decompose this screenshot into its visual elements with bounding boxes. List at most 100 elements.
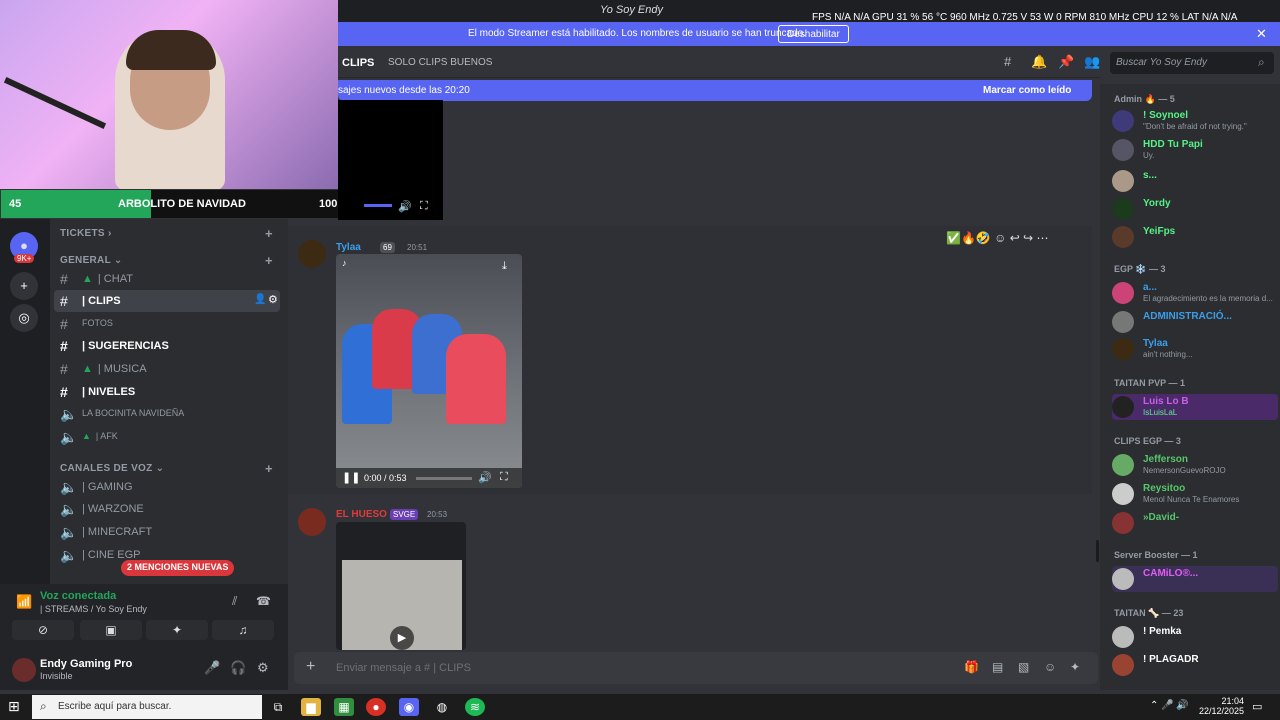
member-row[interactable]: Luis Lo B IsLuisLaL: [1112, 394, 1278, 420]
channel-warzone[interactable]: 🔈 | WARZONE: [54, 498, 280, 520]
attach-icon[interactable]: +: [306, 658, 315, 676]
previous-video-attachment[interactable]: 🔊 ⛶: [338, 100, 443, 220]
voice-channel-name[interactable]: | STREAMS / Yo Soy Endy: [40, 604, 147, 614]
pause-icon[interactable]: ❚❚: [342, 471, 360, 484]
fullscreen-icon[interactable]: ⛶: [420, 200, 428, 213]
video-attachment[interactable]: ▶: [336, 522, 466, 650]
member-row[interactable]: Jefferson NemersonGuevoROJO: [1112, 452, 1278, 478]
channel-chat[interactable]: # ▲ | CHAT: [54, 268, 280, 290]
activities-button[interactable]: ✦: [146, 620, 208, 640]
channel-niveles[interactable]: # | NIVELES: [54, 381, 280, 403]
gif-icon[interactable]: ▤: [992, 660, 1003, 674]
download-icon[interactable]: ⤓: [502, 260, 507, 273]
member-row[interactable]: YeiFps: [1112, 224, 1278, 250]
volume-bar[interactable]: [364, 204, 392, 207]
message-composer[interactable]: + Enviar mensaje a # | CLIPS 🎁 ▤ ▧ ☺ ✦: [294, 652, 1098, 684]
discord-icon[interactable]: ◉: [399, 698, 419, 716]
voice-status[interactable]: Voz conectada: [40, 590, 116, 602]
channel-gaming[interactable]: 🔈 | GAMING: [54, 476, 280, 498]
search-input[interactable]: Buscar Yo Soy Endy ⌕: [1110, 52, 1274, 74]
system-tray-icons[interactable]: ⌃ 🎤 🔊: [1150, 700, 1189, 711]
file-explorer-icon[interactable]: ▆: [301, 698, 321, 716]
channel-musica[interactable]: # ▲ | MUSICA: [54, 358, 280, 380]
taskbar-search[interactable]: ⌕ Escribe aquí para buscar.: [32, 695, 262, 719]
category-canales-voz[interactable]: CANALES DE VOZ ⌄ +: [60, 461, 273, 476]
app-icon[interactable]: ◍: [432, 698, 452, 716]
play-icon[interactable]: ▶: [390, 626, 414, 650]
mute-icon[interactable]: 🎤: [204, 660, 220, 676]
microphone-arm: [3, 77, 107, 129]
avatar[interactable]: [298, 240, 326, 268]
gift-icon[interactable]: 🎁: [964, 660, 979, 674]
avatar[interactable]: [298, 508, 326, 536]
channel-minecraft[interactable]: 🔈 | MINECRAFT: [54, 521, 280, 543]
taskbar-clock[interactable]: 21:04 22/12/2025: [1196, 696, 1244, 716]
fullscreen-icon[interactable]: ⛶: [500, 471, 508, 484]
pin-icon[interactable]: 📌: [1058, 54, 1074, 70]
disconnect-icon[interactable]: ☎: [256, 594, 271, 608]
chrome-icon[interactable]: ●: [366, 698, 386, 716]
windows-start-icon[interactable]: ⊞: [8, 698, 20, 715]
user-settings-icon[interactable]: ⚙: [257, 660, 269, 676]
spotify-icon[interactable]: ≋: [465, 698, 485, 716]
add-channel-icon[interactable]: +: [265, 461, 273, 476]
avatar[interactable]: [12, 658, 36, 682]
task-view-icon[interactable]: ⧉: [268, 698, 288, 716]
channel-sugerencias[interactable]: # | SUGERENCIAS: [54, 335, 280, 357]
member-row[interactable]: HDD Tu Papi Uy.: [1112, 137, 1278, 163]
chat-scrollbar[interactable]: [1096, 540, 1099, 562]
member-row[interactable]: CAMiLO®...: [1112, 566, 1278, 592]
video-attachment[interactable]: ♪ ⤓ ❚❚ 0:00 / 0:53 🔊 ⛶: [336, 254, 522, 488]
soundboard-button[interactable]: ♫: [212, 620, 274, 640]
members-icon[interactable]: 👥: [1084, 54, 1100, 70]
calculator-icon[interactable]: ▦: [334, 698, 354, 716]
mark-read-button[interactable]: Marcar como leído: [983, 85, 1071, 96]
add-channel-icon[interactable]: +: [265, 253, 273, 268]
channel-clips[interactable]: # | CLIPS 👤 ⚙: [54, 290, 280, 312]
member-row[interactable]: ADMINISTRACIÓ...: [1112, 309, 1278, 335]
threads-icon[interactable]: #: [1004, 54, 1011, 69]
add-channel-icon[interactable]: +: [265, 226, 273, 241]
emoji-icon[interactable]: ☺: [1044, 660, 1056, 674]
bell-icon[interactable]: 🔔: [1031, 54, 1047, 70]
message-author[interactable]: Tylaa: [336, 242, 361, 253]
noise-suppression-icon[interactable]: ⫽: [232, 594, 237, 609]
new-messages-bar[interactable]: sajes nuevos desde las 20:20 Marcar como…: [338, 80, 1092, 101]
disable-streamer-button[interactable]: Deshabilitar: [778, 25, 849, 43]
volume-icon[interactable]: 🔊: [478, 471, 492, 484]
video-time: 0:00 / 0:53: [364, 473, 407, 483]
close-icon[interactable]: ✕: [1256, 26, 1267, 42]
notifications-icon[interactable]: ▭: [1252, 700, 1262, 713]
member-row[interactable]: Reysitoo Menol Nunca Te Enamores: [1112, 481, 1278, 507]
sticker-icon[interactable]: ▧: [1018, 660, 1029, 674]
message-author[interactable]: EL HUESO: [336, 509, 387, 520]
video-progress[interactable]: [416, 477, 472, 480]
new-mentions-pill[interactable]: 2 MENCIONES NUEVAS: [121, 560, 235, 576]
channel-fotos[interactable]: # FOTOS: [54, 313, 280, 335]
compass-icon[interactable]: ◎: [10, 304, 38, 332]
member-row[interactable]: ! PLAGADR: [1112, 652, 1278, 678]
avatar: [1112, 311, 1134, 333]
member-row[interactable]: Yordy: [1112, 196, 1278, 222]
camera-off-button[interactable]: ⊘: [12, 620, 74, 640]
gear-icon[interactable]: ⚙: [268, 293, 278, 306]
screen-share-button[interactable]: ▣: [80, 620, 142, 640]
apps-icon[interactable]: ✦: [1070, 660, 1080, 674]
invite-icon[interactable]: 👤: [254, 294, 266, 305]
user-name[interactable]: Endy Gaming Pro: [40, 658, 132, 670]
category-tickets[interactable]: TICKETS › +: [60, 226, 273, 241]
category-general[interactable]: GENERAL ⌄ +: [60, 253, 273, 268]
add-server-icon[interactable]: +: [10, 272, 38, 300]
deafen-icon[interactable]: 🎧: [230, 660, 246, 676]
member-row[interactable]: ! Soynoel "Don't be afraid of not trying.…: [1112, 108, 1278, 134]
member-row[interactable]: a... El agradecimiento es la memoria d...: [1112, 280, 1278, 306]
member-row[interactable]: ! Pemka: [1112, 624, 1278, 650]
member-row[interactable]: Tylaa ain't nothing...: [1112, 336, 1278, 362]
member-row[interactable]: »David-: [1112, 510, 1278, 536]
channel-topic[interactable]: SOLO CLIPS BUENOS: [388, 57, 492, 68]
message-reactions-bar[interactable]: ✅🔥🤣 ☺ ↩ ↪ ⋯: [946, 231, 1049, 245]
volume-icon[interactable]: 🔊: [398, 200, 412, 213]
channel-afk[interactable]: 🔈 ▲ | AFK: [54, 426, 280, 448]
member-row[interactable]: s...: [1112, 168, 1278, 194]
channel-bocinita[interactable]: 🔈 LA BOCINITA NAVIDEÑA: [54, 403, 280, 425]
